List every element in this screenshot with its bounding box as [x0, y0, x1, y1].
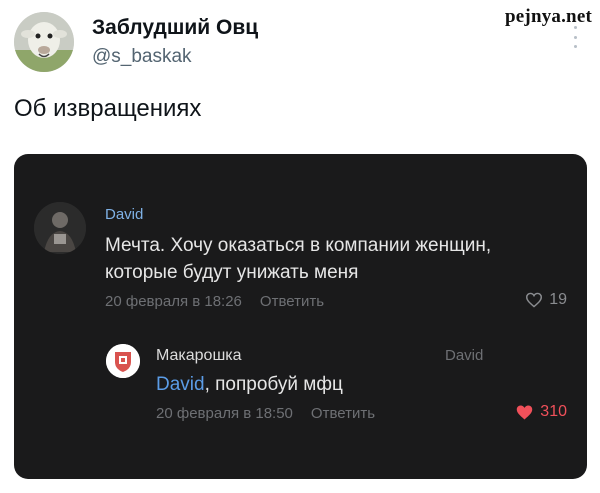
comment-avatar[interactable] — [34, 202, 86, 254]
comment-author[interactable]: David — [105, 206, 143, 223]
reply-meta: 20 февраля в 18:50 Ответить — [156, 405, 375, 422]
person-avatar-icon — [34, 202, 86, 254]
heart-outline-icon — [526, 292, 543, 308]
reply-like-count: 310 — [540, 403, 567, 420]
reply-text: David, попробуй мфц — [156, 374, 343, 396]
comment-date: 20 февраля в 18:26 — [105, 293, 242, 310]
reply-mention-link[interactable]: David — [156, 374, 205, 395]
tweet-header: Заблудший Овц @s_baskak — [14, 12, 258, 72]
reply-like-button[interactable]: 310 — [515, 403, 567, 421]
reply-author[interactable]: Макарошка — [156, 347, 242, 365]
comment-like-button[interactable]: 19 — [525, 291, 567, 309]
user-handle[interactable]: @s_baskak — [92, 46, 258, 68]
reply-message: , попробуй мфц — [204, 374, 343, 395]
comment-meta: 20 февраля в 18:26 Ответить — [105, 293, 324, 310]
comment-reply-link[interactable]: Ответить — [260, 293, 324, 310]
avatar[interactable] — [14, 12, 74, 72]
reply-date: 20 февраля в 18:50 — [156, 405, 293, 422]
heart-filled-icon — [517, 405, 533, 419]
sheep-avatar-icon — [14, 12, 74, 72]
comment-text: Мечта. Хочу оказаться в компании женщин,… — [105, 235, 492, 283]
reply-avatar[interactable] — [106, 344, 140, 378]
reply-to-label[interactable]: David — [445, 347, 483, 364]
tweet-text: Об извращениях — [14, 95, 202, 122]
comment-like-count: 19 — [549, 291, 567, 308]
reply-reply-link[interactable]: Ответить — [311, 405, 375, 422]
watermark: pejnya.net — [505, 6, 592, 27]
display-name[interactable]: Заблудший Овц — [92, 16, 258, 40]
more-options-icon[interactable] — [572, 26, 578, 48]
emblem-avatar-icon — [106, 344, 140, 378]
embedded-screenshot: David Мечта. Хочу оказаться в компании ж… — [14, 154, 587, 479]
